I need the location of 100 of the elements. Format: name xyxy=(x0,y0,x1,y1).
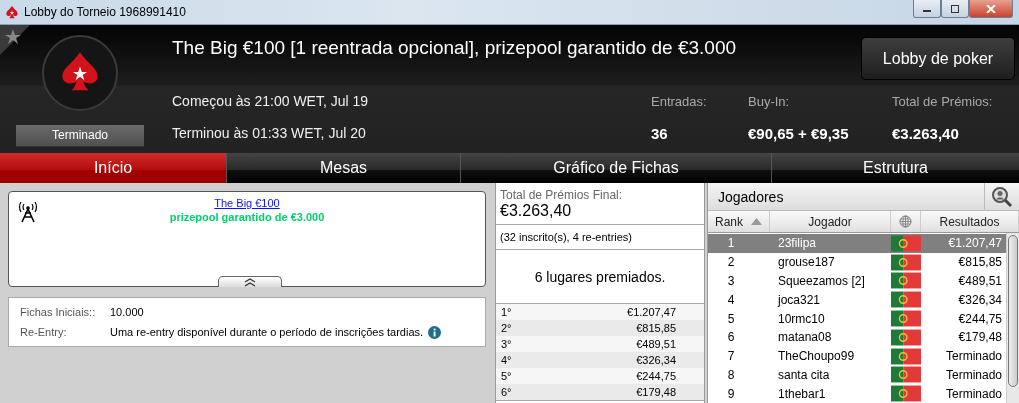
player-cell-text: matana08 xyxy=(777,330,833,345)
tab[interactable]: Início xyxy=(0,153,227,183)
rank-cell-text: 1 xyxy=(726,236,736,251)
players-title: Jogadores xyxy=(717,188,784,205)
flag-icon xyxy=(891,347,921,365)
amount-cell: €815,85 xyxy=(636,322,676,334)
flag-icon xyxy=(891,253,921,271)
globe-icon xyxy=(899,215,912,228)
player-cell-text: 1thebar1 xyxy=(777,386,827,401)
amount-cell: €179,48 xyxy=(636,386,676,398)
flag-icon xyxy=(891,272,921,290)
column-header[interactable]: Jogador xyxy=(770,211,891,232)
result-cell-text: Terminado xyxy=(944,367,1003,382)
flag-icon xyxy=(891,291,921,309)
player-cell-text: 10rmc10 xyxy=(777,311,826,326)
place-cell: 5° xyxy=(501,370,512,382)
place-cell: 1° xyxy=(501,306,512,318)
double-chevron-icon xyxy=(244,277,256,287)
place-cell: 2° xyxy=(501,322,512,334)
star-icon xyxy=(0,25,30,55)
amount-cell: €489,51 xyxy=(636,338,676,350)
news-link[interactable]: The Big €100 xyxy=(214,197,280,209)
close-icon xyxy=(986,4,996,13)
player-row[interactable]: 6 matana08 €179,48 xyxy=(708,327,1006,347)
result-cell-text: Terminado xyxy=(944,386,1003,401)
search-icon xyxy=(991,185,1013,208)
column-header[interactable]: Resultados xyxy=(921,211,1019,232)
flag-icon xyxy=(891,310,921,327)
player-row[interactable]: 5 10rmc10 €244,75 xyxy=(708,309,1006,328)
flag-icon xyxy=(891,328,921,346)
end-time: Terminou às 01:33 WET, Jul 20 xyxy=(172,125,367,141)
rank-cell-text: 5 xyxy=(726,311,736,326)
total-value: €3.263,40 xyxy=(500,202,573,220)
tab[interactable]: Mesas xyxy=(227,153,461,183)
info-label: Fichas Iniciais:: xyxy=(20,306,97,318)
window-title: Lobby do Torneio 1968991410 xyxy=(24,5,186,19)
rank-cell-text: 3 xyxy=(726,273,736,288)
flag-icon xyxy=(891,366,921,384)
player-row[interactable]: 3 Squeezamos [2] €489,51 xyxy=(708,271,1006,291)
result-cell-text: €489,51 xyxy=(957,273,1003,288)
maximize-button[interactable] xyxy=(941,0,969,18)
player-row[interactable]: 9 1thebar1 Terminado xyxy=(708,384,1006,403)
result-cell-text: €815,85 xyxy=(957,255,1003,270)
collapse-tab[interactable] xyxy=(218,276,282,287)
minimize-button[interactable] xyxy=(913,0,941,18)
place-cell: 6° xyxy=(501,386,512,398)
stat-label: Buy-In: xyxy=(748,93,791,109)
player-row[interactable]: 7 TheChoupo99 Terminado xyxy=(708,346,1006,366)
start-time: Começou às 21:00 WET, Jul 19 xyxy=(172,93,370,109)
tournament-title: The Big €100 [1 reentrada opcional], prizepool garantido de €3.000 xyxy=(172,37,737,59)
result-cell-text: €179,48 xyxy=(957,330,1003,345)
scrollbar[interactable] xyxy=(1006,233,1019,403)
stat-value: €90,65 + €9,35 xyxy=(748,124,850,142)
player-cell-text: santa cita xyxy=(777,367,831,382)
stat-label: Total de Prémios: xyxy=(892,93,994,109)
rank-cell-text: 7 xyxy=(726,349,736,364)
result-cell-text: €326,34 xyxy=(957,292,1003,307)
player-cell-text: 23filipa xyxy=(777,236,818,251)
player-row[interactable]: 4 joca321 €326,34 xyxy=(708,290,1006,310)
place-cell: 3° xyxy=(501,338,512,350)
rank-cell-text: 4 xyxy=(726,292,736,307)
rank-cell-text: 9 xyxy=(726,386,736,401)
info-icon xyxy=(428,325,442,339)
flag-icon xyxy=(891,385,921,403)
player-row[interactable]: 1 23filipa €1.207,47 xyxy=(708,234,1006,253)
tab[interactable]: Estrutura xyxy=(772,153,1019,183)
scroll-thumb[interactable] xyxy=(1008,235,1018,387)
player-row[interactable]: 8 santa cita Terminado xyxy=(708,365,1006,385)
antenna-icon xyxy=(18,201,38,223)
player-cell-text: TheChoupo99 xyxy=(777,349,856,364)
news-subtitle: prizepool garantido de €3.000 xyxy=(169,211,325,223)
column-header[interactable]: Rank xyxy=(708,211,770,232)
stat-label: Entradas: xyxy=(651,93,708,109)
info-label: Re-Entry: xyxy=(20,326,68,338)
tab[interactable]: Gráfico de Fichas xyxy=(461,153,772,183)
amount-cell: €326,34 xyxy=(636,354,676,366)
player-cell-text: grouse187 xyxy=(777,255,836,270)
maximize-icon xyxy=(950,4,960,13)
stat-value: 36 xyxy=(651,124,669,142)
spade-logo-icon xyxy=(41,34,119,112)
amount-cell: €1.207,47 xyxy=(627,306,676,318)
flag-icon xyxy=(891,234,921,252)
amount-cell: €244,75 xyxy=(636,370,676,382)
result-cell-text: Terminado xyxy=(944,349,1003,364)
total-label: Total de Prémios Final: xyxy=(500,188,624,202)
result-cell-text: €1.207,47 xyxy=(947,236,1003,251)
player-cell-text: joca321 xyxy=(776,292,822,307)
status-ribbon: Terminado xyxy=(16,125,144,146)
player-cell-text: Squeezamos [2] xyxy=(777,273,866,288)
result-cell-text: €244,75 xyxy=(957,311,1003,326)
player-row[interactable]: 2 grouse187 €815,85 xyxy=(708,252,1006,272)
info-value: 10.000 xyxy=(110,306,144,318)
rank-cell-text: 2 xyxy=(726,255,736,270)
rank-cell-text: 8 xyxy=(726,367,736,382)
lobby-button[interactable]: Lobby de poker xyxy=(861,37,1015,80)
entries-text: (32 inscrito(s), 4 re-entries) xyxy=(496,225,704,250)
close-button[interactable] xyxy=(969,0,1013,18)
place-cell: 4° xyxy=(501,354,512,366)
info-value: Uma re-entry disponível durante o período de inscrições tardias. xyxy=(110,326,424,338)
rank-cell-text: 6 xyxy=(726,330,736,345)
